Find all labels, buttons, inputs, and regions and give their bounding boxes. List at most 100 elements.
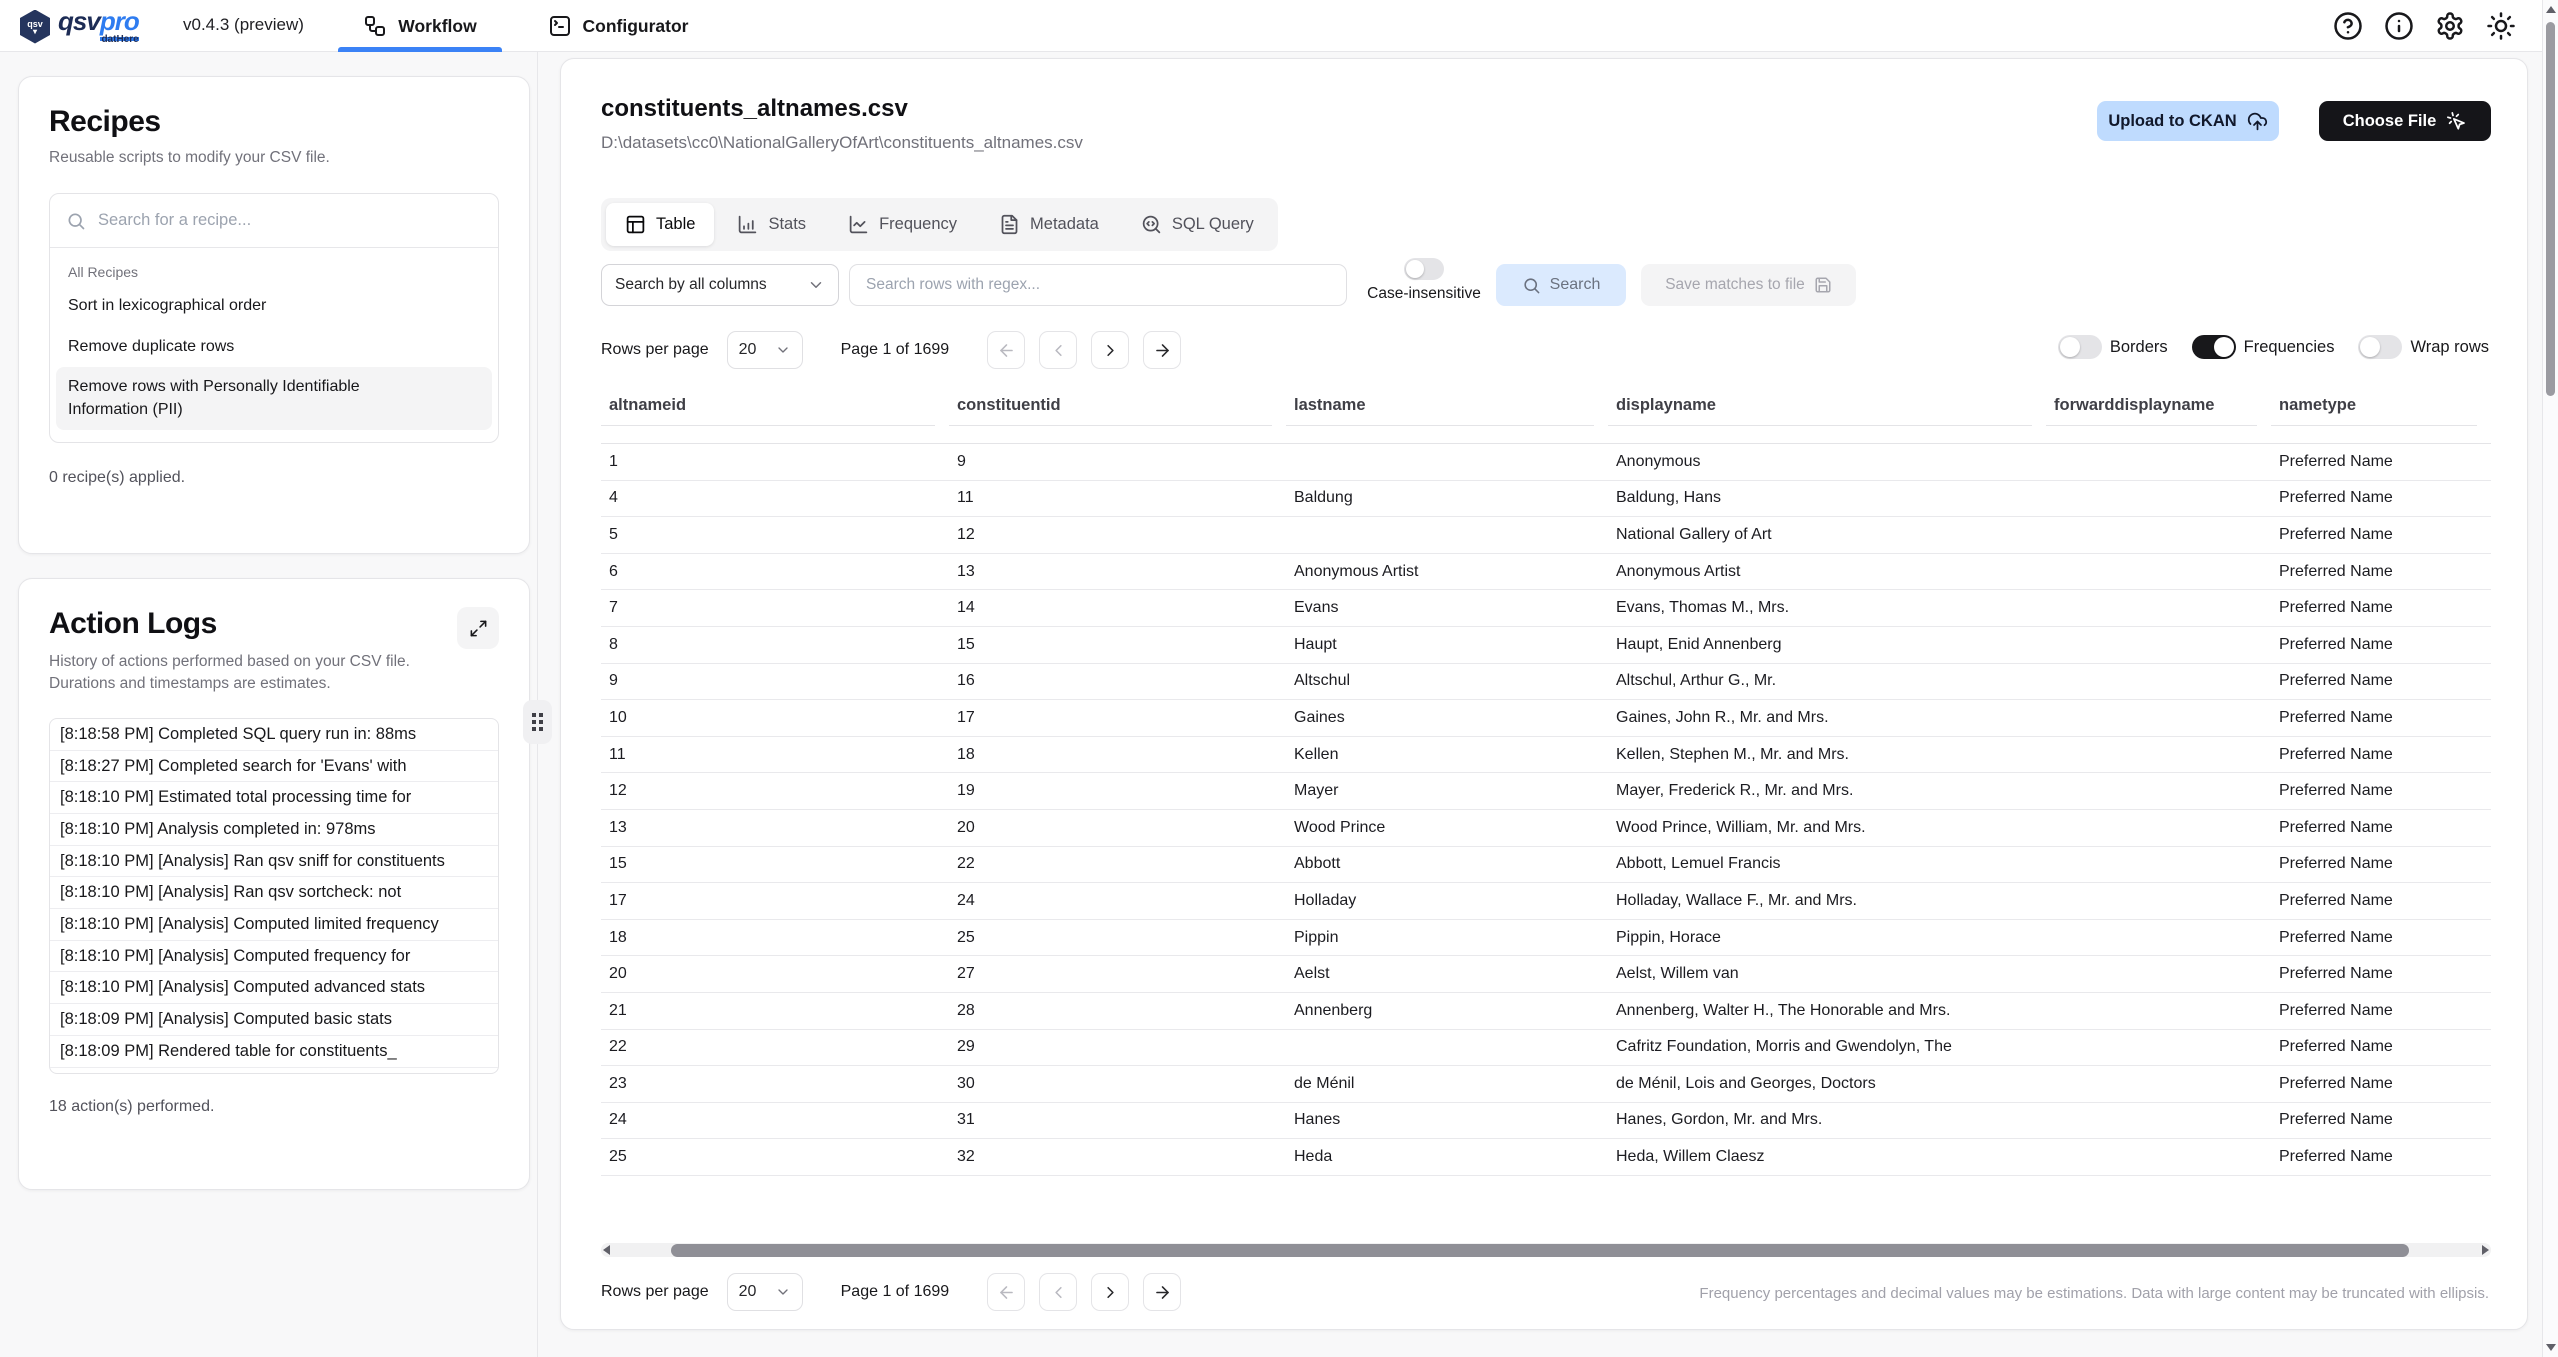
display-toggle: Frequencies <box>2192 335 2335 359</box>
nav-tab-workflow[interactable]: Workflow <box>338 0 502 52</box>
table-row[interactable]: 22 29 Cafritz Foundation, Morris and Gwe… <box>601 1030 2491 1067</box>
table-row[interactable]: 10 17 Gaines Gaines, John R., Mr. and Mr… <box>601 700 2491 737</box>
toggle-label: Borders <box>2110 338 2168 357</box>
tab-frequency[interactable]: Frequency <box>829 203 976 246</box>
table-row[interactable]: 21 28 Annenberg Annenberg, Walter H., Th… <box>601 993 2491 1030</box>
search-button-label: Search <box>1550 276 1601 294</box>
last-page-button[interactable] <box>1143 331 1181 369</box>
panel-resize-handle[interactable] <box>523 700 552 744</box>
column-name[interactable]: displayname <box>1608 384 2032 426</box>
theme-toggle-button[interactable] <box>2486 11 2516 41</box>
column-name[interactable]: lastname <box>1286 384 1594 426</box>
next-page-button[interactable] <box>1091 1273 1129 1311</box>
table-scrollbar-horizontal[interactable] <box>601 1243 2491 1257</box>
choose-button-label: Choose File <box>2343 112 2437 131</box>
tab-stats[interactable]: Stats <box>718 203 825 246</box>
table-row[interactable]: 13 20 Wood Prince Wood Prince, William, … <box>601 810 2491 847</box>
action-logs-title: Action Logs <box>49 607 217 641</box>
info-button[interactable] <box>2384 11 2414 41</box>
top-bar: qsv ▾ qsvpro datHere v0.4.3 (preview) Wo… <box>0 0 2542 52</box>
cell-constituentid: 27 <box>949 965 1286 983</box>
horizontal-scroll-thumb[interactable] <box>671 1244 2409 1257</box>
cell-lastname: de Ménil <box>1286 1075 1608 1093</box>
cell-altnameid: 15 <box>601 855 949 873</box>
first-page-button[interactable] <box>987 331 1025 369</box>
table-row[interactable]: 11 18 Kellen Kellen, Stephen M., Mr. and… <box>601 737 2491 774</box>
last-page-button[interactable] <box>1143 1273 1181 1311</box>
table-row[interactable]: 20 27 Aelst Aelst, Willem van Preferred … <box>601 956 2491 993</box>
table-row[interactable]: 18 25 Pippin Pippin, Horace Preferred Na… <box>601 920 2491 957</box>
save-matches-button[interactable]: Save matches to file <box>1641 264 1856 306</box>
previous-page-button[interactable] <box>1039 1273 1077 1311</box>
search-button[interactable]: Search <box>1496 264 1626 306</box>
cell-altnameid: 24 <box>601 1111 949 1129</box>
toggle-switch[interactable] <box>2058 335 2102 359</box>
help-button[interactable] <box>2333 11 2363 41</box>
search-column-select[interactable]: Search by all columns <box>601 264 839 306</box>
nav-tab-configurator[interactable]: Configurator <box>520 0 716 52</box>
recipe-item[interactable]: Sort in lexicographical order <box>56 286 492 326</box>
cell-constituentid: 25 <box>949 929 1286 947</box>
view-tab-bar: Table Stats Frequency Metadata SQL Query <box>601 198 1278 251</box>
next-page-button[interactable] <box>1091 331 1129 369</box>
cell-displayname: Annenberg, Walter H., The Honorable and … <box>1608 1002 2046 1020</box>
recipe-item[interactable]: Remove rows with Personally Identifiable… <box>56 367 492 430</box>
rows-per-page-select[interactable]: 20 <box>727 1273 803 1311</box>
recipe-search-input[interactable] <box>98 211 482 230</box>
scroll-right-arrow-icon[interactable] <box>2482 1245 2489 1255</box>
table-row[interactable]: 23 30 de Ménil de Ménil, Lois and George… <box>601 1066 2491 1103</box>
search-icon <box>66 211 86 231</box>
table-row[interactable]: 8 15 Haupt Haupt, Enid Annenberg Preferr… <box>601 627 2491 664</box>
cell-nametype: Preferred Name <box>2271 1038 2491 1056</box>
recipe-item[interactable]: Remove duplicate rows <box>56 327 492 367</box>
cell-constituentid: 30 <box>949 1075 1286 1093</box>
log-entry: [8:18:10 PM] [Analysis] Computed frequen… <box>50 941 498 973</box>
table-row[interactable]: 12 19 Mayer Mayer, Frederick R., Mr. and… <box>601 773 2491 810</box>
column-name[interactable]: altnameid <box>601 384 935 426</box>
previous-page-button[interactable] <box>1039 331 1077 369</box>
table-row[interactable]: 9 16 Altschul Altschul, Arthur G., Mr. P… <box>601 664 2491 701</box>
cell-displayname: Gaines, John R., Mr. and Mrs. <box>1608 709 2046 727</box>
table-row[interactable]: 1 9 Anonymous Preferred Name <box>601 444 2491 481</box>
log-entry: [8:18:10 PM] [Analysis] Computed limited… <box>50 909 498 941</box>
column-name[interactable]: forwarddisplayname <box>2046 384 2257 426</box>
settings-button[interactable] <box>2435 11 2465 41</box>
cell-nametype: Preferred Name <box>2271 709 2491 727</box>
scroll-down-arrow-icon[interactable] <box>2546 1344 2556 1351</box>
table-row[interactable]: 15 22 Abbott Abbott, Lemuel Francis Pref… <box>601 847 2491 884</box>
expand-logs-button[interactable] <box>457 607 499 649</box>
chevron-right-icon <box>1101 341 1120 360</box>
table-row[interactable]: 17 24 Holladay Holladay, Wallace F., Mr.… <box>601 883 2491 920</box>
cell-lastname: Evans <box>1286 599 1608 617</box>
scroll-left-arrow-icon[interactable] <box>603 1245 610 1255</box>
cell-constituentid: 20 <box>949 819 1286 837</box>
upload-to-ckan-button[interactable]: Upload to CKAN <box>2097 101 2279 141</box>
vertical-scroll-thumb[interactable] <box>2546 22 2555 396</box>
action-log-list[interactable]: [8:18:58 PM] Completed SQL query run in:… <box>49 718 499 1074</box>
choose-file-button[interactable]: Choose File <box>2319 101 2491 141</box>
table-row[interactable]: 5 12 National Gallery of Art Preferred N… <box>601 517 2491 554</box>
nav-tab-label: Configurator <box>583 16 689 37</box>
table-row[interactable]: 7 14 Evans Evans, Thomas M., Mrs. Prefer… <box>601 590 2491 627</box>
toggle-switch[interactable] <box>2358 335 2402 359</box>
scroll-up-arrow-icon[interactable] <box>2546 6 2556 13</box>
rows-per-page-select[interactable]: 20 <box>727 331 803 369</box>
first-page-button[interactable] <box>987 1273 1025 1311</box>
cell-lastname: Baldung <box>1286 489 1608 507</box>
table-column-header: altnameid <box>601 384 949 433</box>
tab-metadata[interactable]: Metadata <box>980 203 1118 246</box>
column-name[interactable]: nametype <box>2271 384 2477 426</box>
file-path: D:\datasets\cc0\NationalGalleryOfArt\con… <box>601 133 1083 153</box>
tab-table[interactable]: Table <box>606 203 714 246</box>
table-row[interactable]: 25 32 Heda Heda, Willem Claesz Preferred… <box>601 1139 2491 1176</box>
column-name[interactable]: constituentid <box>949 384 1272 426</box>
file-text-icon <box>999 214 1020 235</box>
regex-search-input[interactable] <box>849 264 1347 306</box>
table-row[interactable]: 24 31 Hanes Hanes, Gordon, Mr. and Mrs. … <box>601 1103 2491 1140</box>
table-row[interactable]: 6 13 Anonymous Artist Anonymous Artist P… <box>601 554 2491 591</box>
toggle-switch[interactable] <box>2192 335 2236 359</box>
page-scrollbar-vertical[interactable] <box>2542 0 2558 1357</box>
case-insensitive-toggle[interactable] <box>1404 258 1444 280</box>
table-row[interactable]: 4 11 Baldung Baldung, Hans Preferred Nam… <box>601 481 2491 518</box>
tab-sql-query[interactable]: SQL Query <box>1122 203 1273 246</box>
